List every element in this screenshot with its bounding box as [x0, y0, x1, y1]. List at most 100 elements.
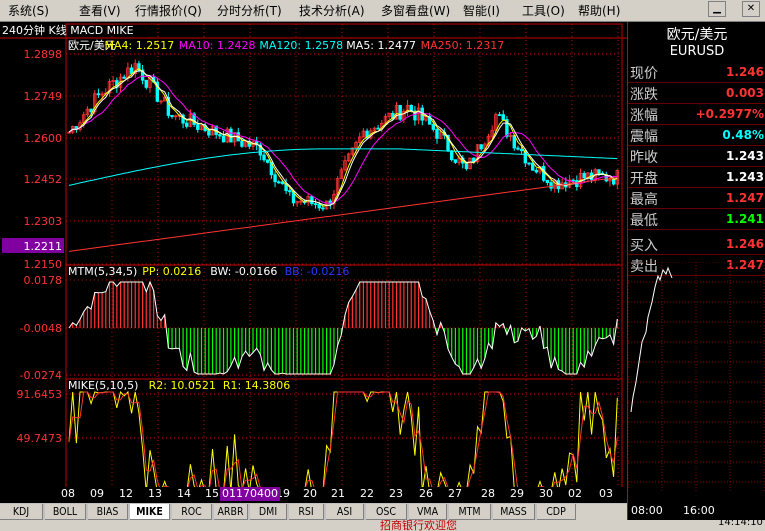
quote-row-trade_rows0: 买入 1.246 — [628, 234, 765, 255]
candle — [450, 150, 454, 161]
candle — [501, 114, 505, 120]
date-label: 03 — [599, 487, 613, 500]
tab-cdp[interactable]: CDP — [537, 504, 576, 520]
legend-item: MIKE(5,10,5) — [68, 379, 138, 392]
date-label: 08 — [61, 487, 75, 500]
mtm-label: 0.0178 — [24, 274, 63, 287]
quote-value: 1.243 — [726, 149, 764, 163]
candle — [122, 76, 126, 79]
candle — [516, 147, 520, 150]
menu-item-5[interactable]: 多窗看盘(W) — [381, 3, 450, 19]
quote-value: 0.003 — [726, 86, 764, 100]
date-label: 29 — [510, 487, 524, 500]
tab-kdj[interactable]: KDJ — [0, 504, 43, 520]
quote-row-quote_rows7: 最低 1.241 — [628, 209, 765, 230]
tab-mass[interactable]: MASS — [493, 504, 535, 520]
ma250-line — [68, 177, 618, 252]
tab-roc[interactable]: ROC — [172, 504, 212, 520]
candle — [321, 207, 325, 210]
date-label: 21 — [331, 487, 345, 500]
candle — [96, 93, 101, 96]
candle — [497, 114, 502, 116]
tab-vma[interactable]: VMA — [409, 504, 447, 520]
quote-row-quote_rows1: 涨跌 0.003 — [628, 83, 765, 104]
candle — [545, 179, 550, 184]
panel-code: EURUSD — [669, 44, 725, 59]
candle — [464, 162, 469, 170]
candle — [170, 114, 174, 117]
tab-asi[interactable]: ASI — [326, 504, 364, 520]
candle — [89, 108, 93, 113]
ma10-line — [68, 75, 618, 204]
indicator-tab-bar: KDJ BOLL BIAS MIKE ROC ARBR DMI RSI ASI OSC VMA MTM… — [0, 503, 627, 520]
ma5-line — [68, 70, 618, 206]
candle — [67, 131, 71, 134]
quote-label: 最高 — [630, 192, 658, 208]
menu-item-1[interactable]: 查看(V) — [79, 3, 121, 19]
quote-row-quote_rows5: 开盘 1.243 — [628, 167, 765, 188]
tab-bias[interactable]: BIAS — [88, 504, 128, 520]
price-box-label: 1.2211 — [24, 240, 63, 253]
menu-item-7[interactable]: 工具(O) — [522, 3, 565, 19]
quote-value: +0.2977% — [695, 107, 764, 121]
mini-time-label: 16:00 — [683, 504, 715, 517]
quote-label: 现价 — [630, 66, 658, 82]
menu-item-6[interactable]: 智能(I) — [463, 3, 500, 19]
tab-mike[interactable]: MIKE — [130, 504, 170, 520]
minimize-button[interactable]: ▁ — [708, 1, 726, 17]
date-label: 13 — [148, 487, 162, 500]
candle — [196, 124, 200, 130]
menu-item-8[interactable]: 帮助(H) — [578, 3, 620, 19]
mike-label: 91.6453 — [17, 388, 63, 401]
chart-canvas[interactable]: 1.2898 1.2749 1.2600 1.2452 1.2303 1.2150 0.01… — [0, 22, 627, 500]
pane-frame — [65, 23, 623, 266]
candle — [288, 190, 292, 193]
legend-item: PP: 0.0216 — [142, 265, 201, 278]
menu-item-4[interactable]: 技术分析(A) — [299, 3, 365, 19]
date-label: 26 — [419, 487, 433, 500]
tab-dmi[interactable]: DMI — [250, 504, 287, 520]
intraday-mini-chart[interactable]: 08:00 16:00 — [628, 262, 765, 520]
price-label: 1.2150 — [24, 258, 63, 271]
tab-mtm[interactable]: MTM — [449, 504, 491, 520]
chart-header: 240分钟 K线 MACD MIKE — [2, 23, 134, 37]
tab-osc[interactable]: OSC — [366, 504, 407, 520]
quote-label: 买入 — [630, 238, 658, 254]
tab-boll[interactable]: BOLL — [45, 504, 86, 520]
legend-item: MA4: 1.2517 — [105, 39, 175, 52]
candle — [519, 148, 524, 152]
candle — [185, 122, 189, 127]
candle — [534, 169, 539, 173]
menu-item-0[interactable]: 系统(S) — [8, 3, 49, 19]
quote-value: 1.243 — [726, 170, 764, 184]
mtm-line — [68, 280, 618, 375]
panel-title: 欧元/美元 — [666, 27, 728, 43]
pane-frame — [65, 378, 623, 500]
legend-item: MA250: 1.2317 — [421, 39, 505, 52]
price-label: 1.2303 — [24, 215, 63, 228]
candle — [398, 105, 402, 120]
quote-value: 1.246 — [726, 237, 764, 251]
quote-row-quote_rows3: 震幅 0.48% — [628, 125, 765, 146]
quote-label: 昨收 — [630, 150, 658, 166]
price-label: 1.2452 — [24, 173, 63, 186]
price-label: 1.2898 — [24, 48, 63, 61]
menu-item-2[interactable]: 行情报价(Q) — [135, 3, 202, 19]
date-label: 28 — [481, 487, 495, 500]
candle — [527, 162, 531, 165]
quote-label: 涨跌 — [630, 87, 658, 103]
legend-item: R2: 10.0521 — [149, 379, 216, 392]
legend-item: MA5: 1.2477 — [346, 39, 416, 52]
mtm-label: -0.0274 — [20, 369, 62, 382]
legend-item: R1: 14.3806 — [223, 379, 290, 392]
candle — [582, 172, 586, 179]
candle — [376, 127, 380, 130]
quote-row-quote_rows0: 现价 1.246 — [628, 62, 765, 83]
kline-chart[interactable]: 1.2898 1.2749 1.2600 1.2452 1.2303 1.2150 0.01… — [0, 22, 627, 500]
menu-item-3[interactable]: 分时分析(T) — [217, 3, 282, 19]
tab-arbr[interactable]: ARBR — [214, 504, 248, 520]
tab-rsi[interactable]: RSI — [289, 504, 324, 520]
candle — [597, 169, 601, 174]
close-button[interactable]: ✕ — [742, 1, 760, 17]
status-marquee: 招商银行欢迎您 — [380, 520, 457, 531]
